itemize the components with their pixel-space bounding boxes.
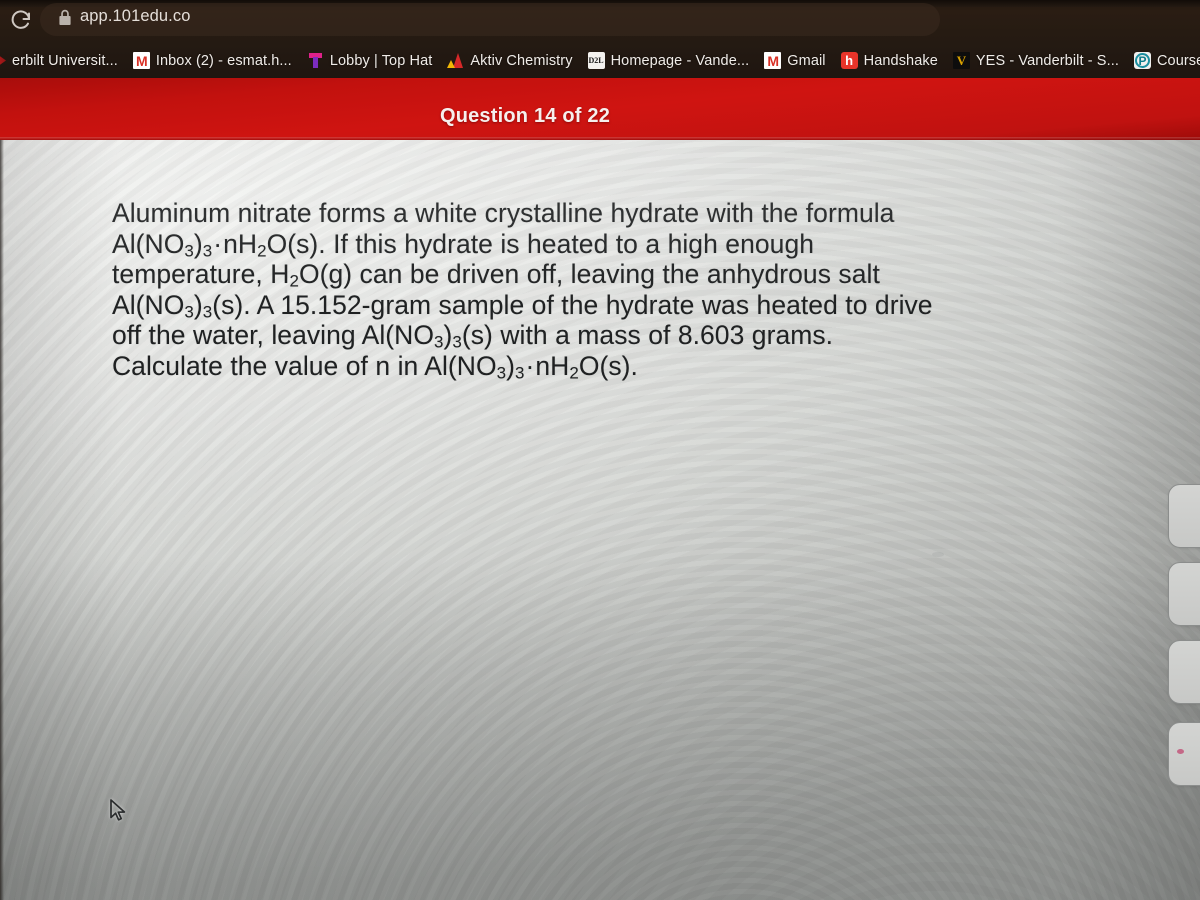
bookmark-inbox-gmail[interactable]: Inbox (2) - esmat.h... bbox=[126, 49, 300, 72]
question-line-6: Calculate the value of n in Al(NO3)3·nH2… bbox=[112, 350, 638, 383]
bookmark-label: Aktiv Chemistry bbox=[470, 52, 573, 69]
question-line-3: temperature, H2O(g) can be driven off, l… bbox=[112, 259, 880, 291]
bookmarks-bar: erbilt Universit... Inbox (2) - esmat.h.… bbox=[0, 41, 1200, 80]
side-button-1[interactable] bbox=[1168, 484, 1200, 548]
mouse-pointer-icon bbox=[108, 798, 128, 824]
screen-photo: app.101edu.co erbilt Universit... Inbox … bbox=[0, 0, 1200, 900]
url-text: app.101edu.co bbox=[80, 7, 191, 25]
side-button-4[interactable] bbox=[1168, 722, 1200, 786]
question-text: Aluminum nitrate forms a white crystalli… bbox=[112, 198, 1002, 382]
bookmark-handshake[interactable]: Handshake bbox=[834, 49, 946, 72]
side-button-panel bbox=[1158, 470, 1200, 810]
question-line-4: Al(NO3)3(s). A 15.152-gram sample of the… bbox=[112, 289, 933, 322]
side-button-2[interactable] bbox=[1168, 562, 1200, 626]
vanderbilt-icon bbox=[0, 55, 6, 66]
screen-speck bbox=[985, 826, 990, 830]
browser-chrome: app.101edu.co erbilt Universit... Inbox … bbox=[0, 0, 1200, 80]
bookmark-label: Course Hom bbox=[1156, 52, 1200, 69]
yes-vanderbilt-icon bbox=[952, 52, 970, 69]
bookmark-homepage-vanderbilt-d2l[interactable]: Homepage - Vande... bbox=[581, 49, 758, 72]
side-button-3[interactable] bbox=[1168, 640, 1200, 704]
aktiv-chemistry-icon bbox=[447, 52, 464, 69]
question-line-1: Aluminum nitrate forms a white crystalli… bbox=[112, 198, 895, 228]
gmail-icon bbox=[764, 52, 782, 69]
lock-icon bbox=[58, 9, 72, 26]
app-header: Question 14 of 22 bbox=[0, 78, 1200, 140]
side-button-indicator-dot bbox=[1177, 749, 1184, 754]
bookmark-vanderbilt-university[interactable]: erbilt Universit... bbox=[0, 49, 126, 72]
bookmark-aktiv-chemistry[interactable]: Aktiv Chemistry bbox=[440, 49, 580, 72]
bookmark-label: Homepage - Vande... bbox=[610, 52, 750, 69]
d2l-icon bbox=[587, 52, 605, 69]
question-line-2: Al(NO3)3·nH2O(s). If this hydrate is hea… bbox=[112, 228, 815, 261]
bookmark-label: Inbox (2) - esmat.h... bbox=[155, 52, 292, 69]
question-page: Aluminum nitrate forms a white crystalli… bbox=[0, 140, 1200, 900]
screen-speck bbox=[932, 552, 944, 557]
question-counter: Question 14 of 22 bbox=[439, 105, 611, 127]
tophat-icon bbox=[307, 52, 324, 69]
omnibox-row: app.101edu.co bbox=[0, 0, 1200, 40]
bookmark-label: Gmail bbox=[787, 52, 826, 69]
bookmark-course-home[interactable]: Course Hom bbox=[1127, 49, 1200, 72]
bookmark-label: Lobby | Top Hat bbox=[329, 52, 433, 69]
bookmark-yes-vanderbilt[interactable]: YES - Vanderbilt - S... bbox=[946, 49, 1127, 72]
bookmark-label: erbilt Universit... bbox=[12, 52, 118, 69]
handshake-icon bbox=[840, 52, 858, 69]
gmail-icon bbox=[132, 52, 150, 69]
pearson-icon bbox=[1133, 52, 1151, 69]
reload-icon[interactable] bbox=[9, 8, 33, 32]
bookmark-lobby-top-hat[interactable]: Lobby | Top Hat bbox=[300, 49, 441, 72]
bookmark-label: Handshake bbox=[863, 52, 938, 69]
bookmark-label: YES - Vanderbilt - S... bbox=[975, 52, 1119, 69]
bookmark-gmail[interactable]: Gmail bbox=[757, 49, 833, 72]
question-line-5: off the water, leaving Al(NO3)3(s) with … bbox=[112, 320, 834, 353]
